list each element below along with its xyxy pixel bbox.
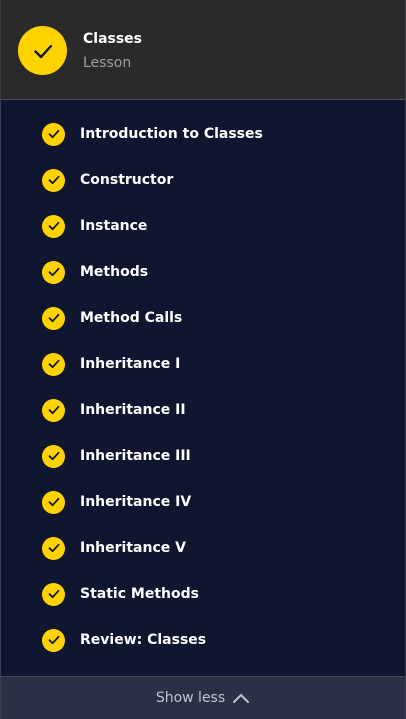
exercise-label: Method Calls [80,310,183,326]
check-circle-icon [42,122,65,146]
exercise-item[interactable]: Introduction to Classes [1,111,405,157]
lesson-title: Classes [83,31,143,47]
check-circle-icon [42,168,65,192]
lesson-header[interactable]: Classes Lesson [1,0,405,100]
exercise-label: Inheritance II [80,402,186,418]
show-less-button[interactable]: Show less [1,676,405,719]
chevron-up-icon [232,692,250,704]
show-less-label: Show less [155,690,226,706]
completed-badge [18,26,67,75]
exercise-label: Inheritance I [80,356,181,372]
exercise-item[interactable]: Review: Classes [1,617,405,663]
exercise-item[interactable]: Inheritance II [1,387,405,433]
exercise-item[interactable]: Method Calls [1,295,405,341]
check-circle-icon [42,214,65,238]
exercise-label: Static Methods [80,586,199,602]
check-icon [33,44,52,58]
check-circle-icon [42,306,65,330]
check-circle-icon [42,352,65,376]
check-circle-icon [42,582,65,606]
check-circle-icon [42,490,65,514]
check-circle-icon [42,444,65,468]
exercise-label: Inheritance V [80,540,186,556]
exercise-label: Instance [80,218,148,234]
exercise-item[interactable]: Inheritance I [1,341,405,387]
exercise-item[interactable]: Inheritance IV [1,479,405,525]
exercise-item[interactable]: Inheritance V [1,525,405,571]
exercise-item[interactable]: Static Methods [1,571,405,617]
exercise-item[interactable]: Constructor [1,157,405,203]
check-circle-icon [42,398,65,422]
exercise-item[interactable]: Instance [1,203,405,249]
exercise-label: Constructor [80,172,174,188]
exercise-label: Introduction to Classes [80,126,263,142]
exercise-label: Inheritance IV [80,494,192,510]
lesson-type-label: Lesson [83,55,132,71]
lesson-panel: Classes Lesson Introduction to Classes C… [0,0,406,719]
exercise-label: Methods [80,264,149,280]
exercise-label: Review: Classes [80,632,207,648]
exercise-item[interactable]: Inheritance III [1,433,405,479]
check-circle-icon [42,536,65,560]
check-circle-icon [42,260,65,284]
check-circle-icon [42,628,65,652]
exercise-list: Introduction to Classes Constructor Inst… [1,111,405,663]
exercise-item[interactable]: Methods [1,249,405,295]
exercise-label: Inheritance III [80,448,191,464]
